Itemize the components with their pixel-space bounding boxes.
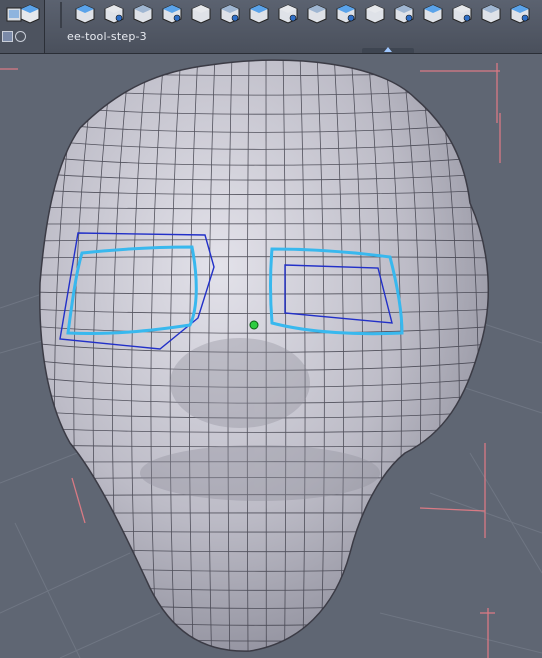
extra-icon[interactable] [505, 0, 534, 27]
bridge-icon[interactable] [244, 0, 273, 27]
bevel-icon[interactable] [215, 0, 244, 27]
select-mode-icon[interactable] [2, 31, 13, 42]
mirror-icon[interactable] [360, 0, 389, 27]
lasso-mode-icon[interactable] [15, 31, 26, 42]
flip-icon[interactable] [157, 0, 186, 27]
rotate-icon[interactable] [128, 0, 157, 27]
scale-icon[interactable] [99, 0, 128, 27]
left-toolbox [0, 0, 45, 53]
tab-label[interactable]: ee-tool-step-3 [67, 30, 147, 43]
taper-icon[interactable] [447, 0, 476, 27]
toolbar-divider [60, 2, 62, 28]
pivot-point[interactable] [249, 320, 259, 330]
extrude-icon[interactable] [186, 0, 215, 27]
lattice-icon[interactable] [389, 0, 418, 27]
toolbar: ee-tool-step-3 [0, 0, 542, 54]
smooth-icon[interactable] [273, 0, 302, 27]
bend-icon[interactable] [476, 0, 505, 27]
head-mesh[interactable] [16, 53, 500, 658]
knife-icon[interactable] [302, 0, 331, 27]
move-icon[interactable] [70, 0, 99, 27]
weld-icon[interactable] [331, 0, 360, 27]
shell-icon[interactable] [418, 0, 447, 27]
viewport[interactable] [0, 53, 542, 658]
mode-buttons [2, 31, 26, 42]
cube-icon[interactable] [15, 0, 44, 27]
